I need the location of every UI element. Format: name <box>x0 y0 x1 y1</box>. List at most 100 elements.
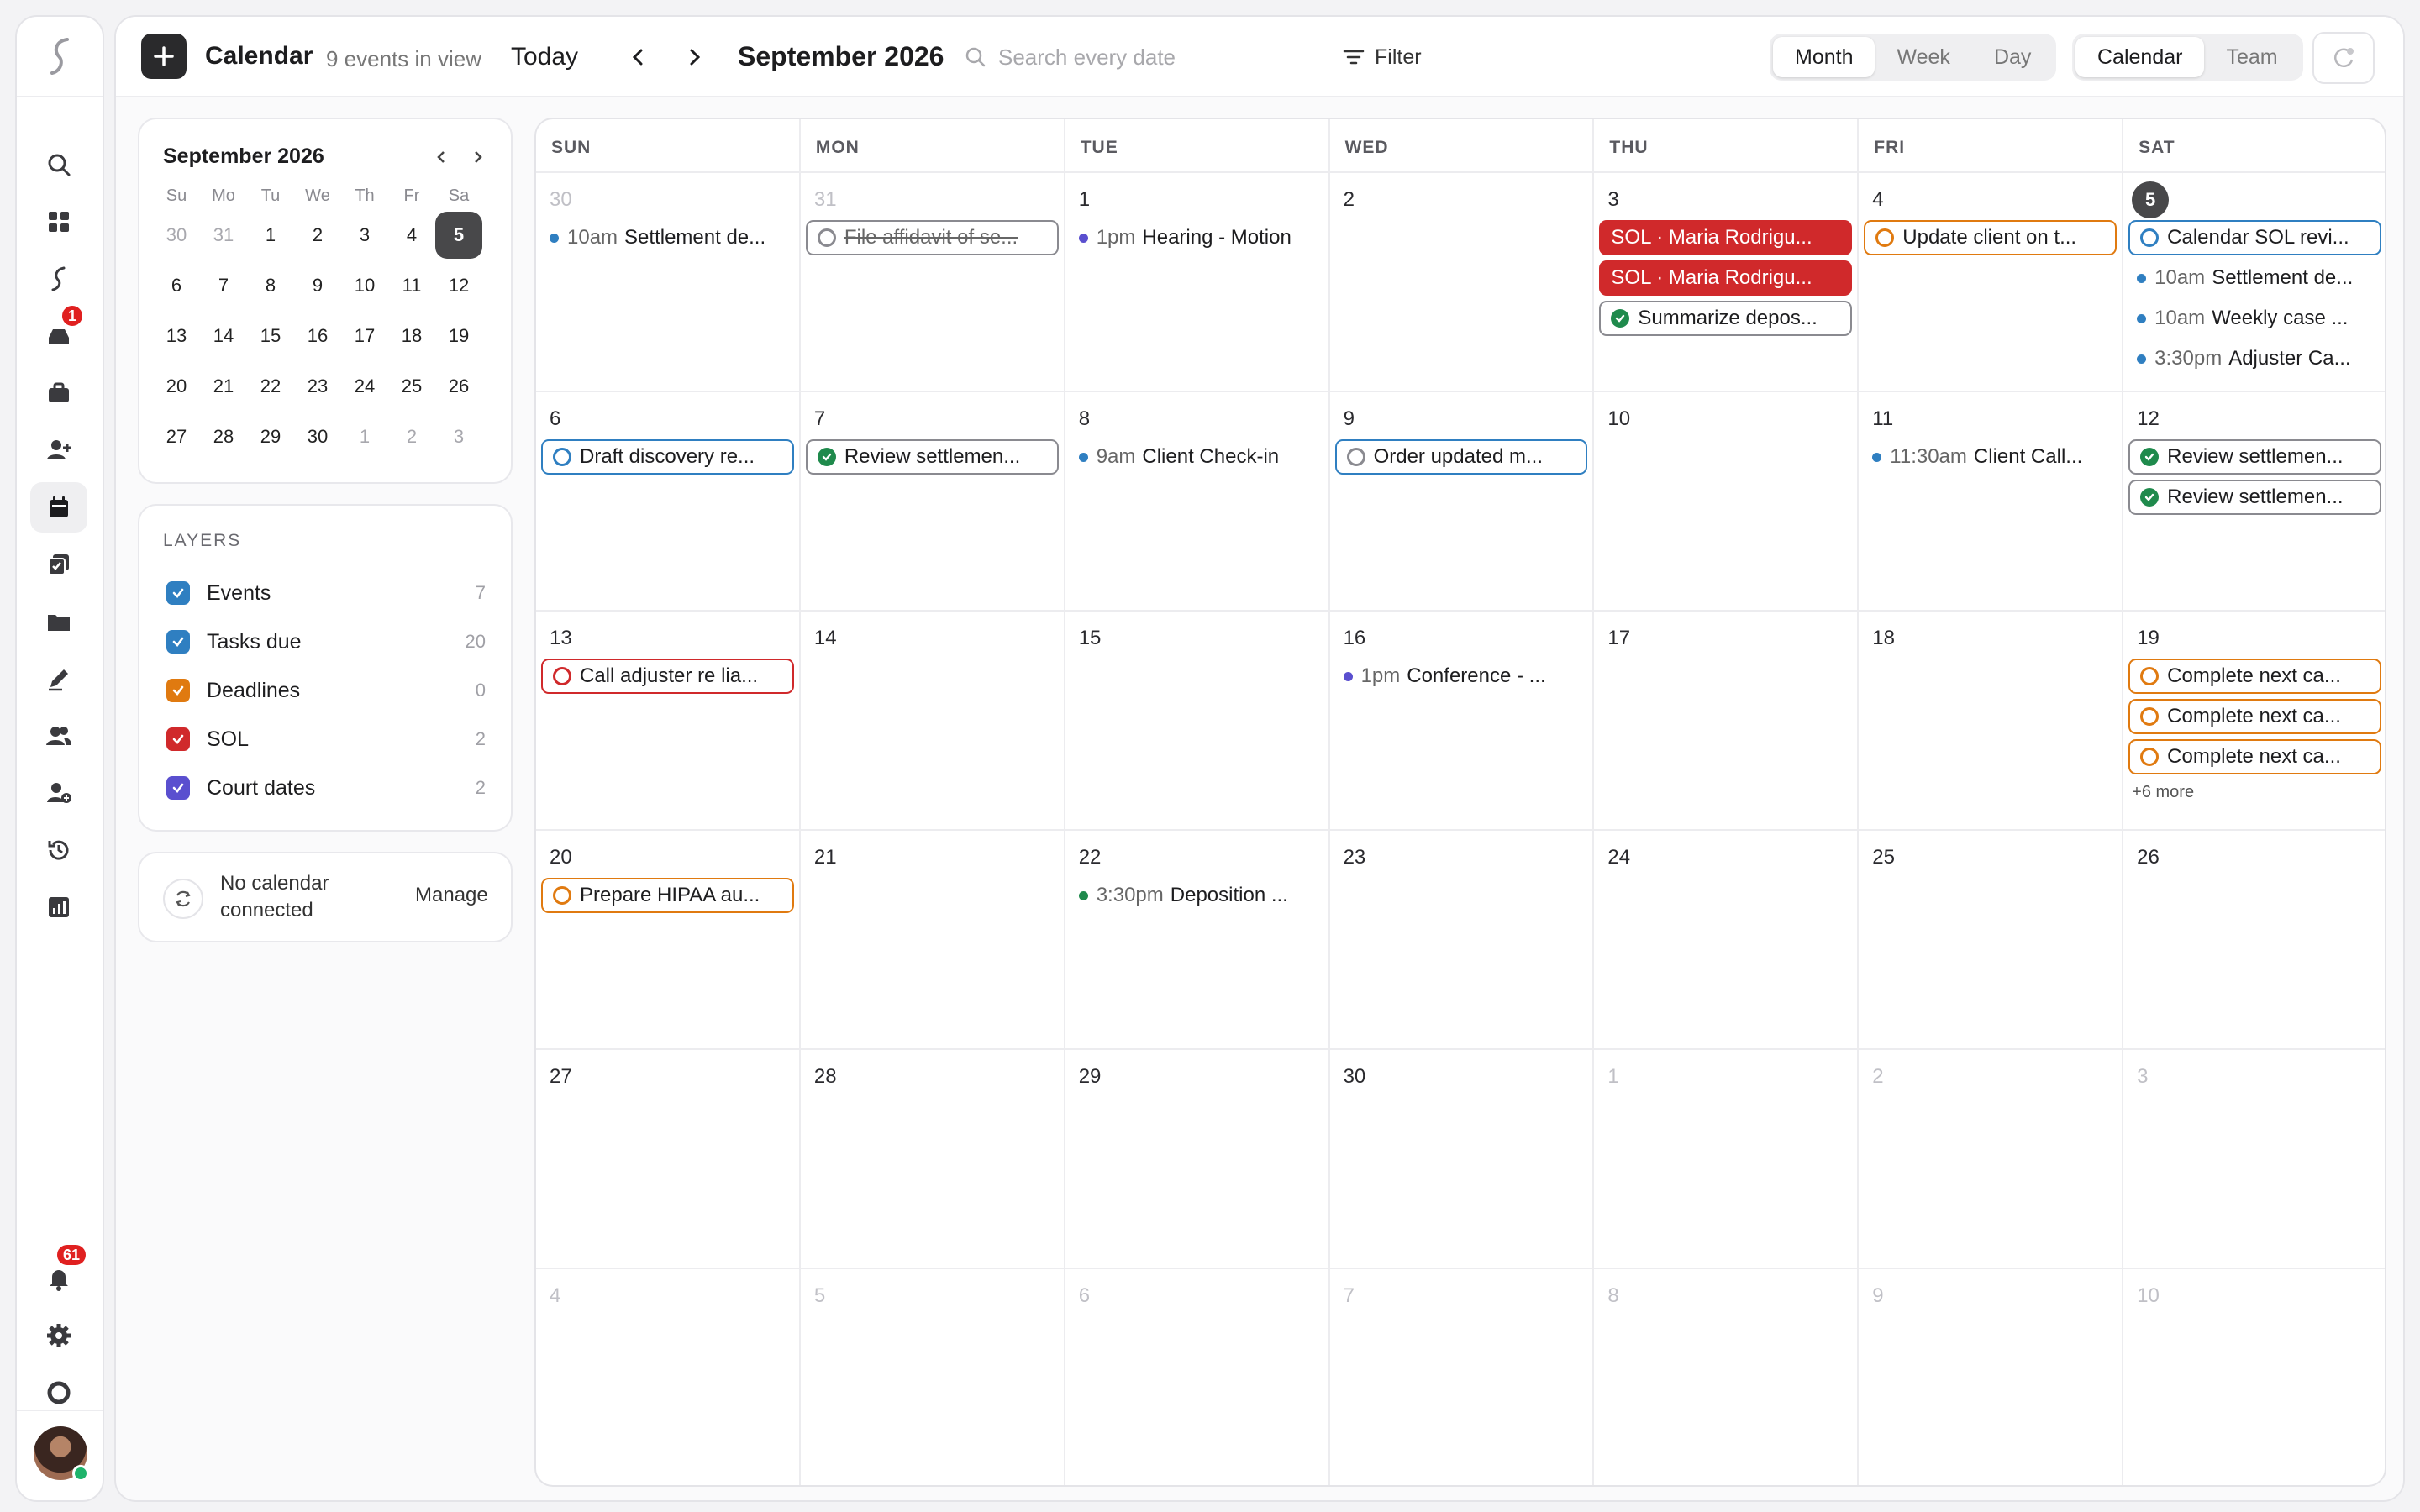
mini-day[interactable]: 24 <box>341 363 388 410</box>
day-cell[interactable]: 21 <box>800 831 1065 1050</box>
mini-day[interactable]: 4 <box>388 212 435 259</box>
mini-day[interactable]: 31 <box>200 212 247 259</box>
day-cell[interactable]: 8 <box>1594 1269 1860 1485</box>
pen-icon[interactable] <box>30 654 87 704</box>
sol-deadline-item[interactable]: SOL · Maria Rodrigu... <box>1599 260 1853 296</box>
mode-team[interactable]: Team <box>2204 37 2299 77</box>
task-item[interactable]: Call adjuster re lia... <box>541 659 794 694</box>
day-cell[interactable]: 19 Complete next ca... Complete next ca...… <box>2123 612 2385 831</box>
task-item[interactable]: Review settlemen... <box>805 439 1059 475</box>
task-item[interactable]: Review settlemen... <box>2128 439 2381 475</box>
day-cell[interactable]: 23 <box>1329 831 1595 1050</box>
mini-day[interactable]: 11 <box>388 262 435 309</box>
day-cell[interactable]: 6 Draft discovery re... <box>536 392 801 612</box>
assistant-icon[interactable] <box>30 254 87 304</box>
day-cell[interactable]: 25 <box>1859 831 2124 1050</box>
briefcase-icon[interactable] <box>30 368 87 418</box>
event-item[interactable]: 10am Settlement de... <box>2128 260 2381 296</box>
search-icon[interactable] <box>30 139 87 190</box>
previous-month-button[interactable] <box>620 39 657 76</box>
day-cell[interactable]: 13 Call adjuster re lia... <box>536 612 801 831</box>
layer-item[interactable]: Events 7 <box>166 576 486 610</box>
task-item[interactable]: Draft discovery re... <box>541 439 794 475</box>
event-item[interactable]: 3:30pm Adjuster Ca... <box>2128 341 2381 376</box>
event-item[interactable]: 10am Settlement de... <box>541 220 794 255</box>
mini-day[interactable]: 12 <box>435 262 482 309</box>
mini-day[interactable]: 29 <box>247 413 294 460</box>
layer-item[interactable]: Court dates 2 <box>166 771 486 805</box>
mini-day[interactable]: 23 <box>294 363 341 410</box>
day-cell[interactable]: 16 1pm Conference - ... <box>1329 612 1595 831</box>
new-event-button[interactable] <box>141 34 187 79</box>
view-week[interactable]: Week <box>1875 37 1971 77</box>
day-cell[interactable]: 15 <box>1065 612 1330 831</box>
task-item[interactable]: Update client on t... <box>1864 220 2118 255</box>
layer-checkbox[interactable] <box>166 679 190 702</box>
mini-day[interactable]: 14 <box>200 312 247 360</box>
mode-calendar[interactable]: Calendar <box>2075 37 2205 77</box>
next-month-button[interactable] <box>676 39 713 76</box>
mini-day[interactable]: 8 <box>247 262 294 309</box>
day-cell[interactable]: 30 10am Settlement de... <box>536 173 801 392</box>
layer-checkbox[interactable] <box>166 630 190 654</box>
reports-icon[interactable] <box>30 882 87 932</box>
today-button[interactable]: Today <box>511 39 578 76</box>
mini-day[interactable]: 3 <box>435 413 482 460</box>
more-events-link[interactable]: +6 more <box>2132 783 2194 802</box>
event-item[interactable]: 9am Client Check-in <box>1071 439 1323 475</box>
mini-day[interactable]: 30 <box>153 212 200 259</box>
day-cell[interactable]: 7 Review settlemen... <box>800 392 1065 612</box>
tasks-icon[interactable] <box>30 539 87 590</box>
mini-day[interactable]: 1 <box>247 212 294 259</box>
event-item[interactable]: 10am Weekly case ... <box>2128 301 2381 336</box>
mini-day[interactable]: 3 <box>341 212 388 259</box>
add-contact-icon[interactable] <box>30 425 87 475</box>
mini-day[interactable]: 1 <box>341 413 388 460</box>
notifications-icon[interactable]: 61 <box>30 1243 88 1304</box>
mini-day[interactable]: 2 <box>388 413 435 460</box>
mini-day[interactable]: 2 <box>294 212 341 259</box>
day-cell[interactable]: 31 File affidavit of se... <box>800 173 1065 392</box>
day-cell[interactable]: 4 Update client on t... <box>1859 173 2124 392</box>
mini-day[interactable]: 7 <box>200 262 247 309</box>
task-item[interactable]: Prepare HIPAA au... <box>541 878 794 913</box>
mini-day[interactable]: 9 <box>294 262 341 309</box>
day-cell[interactable]: 20 Prepare HIPAA au... <box>536 831 801 1050</box>
mini-day[interactable]: 30 <box>294 413 341 460</box>
mini-prev-button[interactable] <box>429 144 454 170</box>
mini-day[interactable]: 26 <box>435 363 482 410</box>
task-item[interactable]: Review settlemen... <box>2128 480 2381 515</box>
day-cell[interactable]: 5 <box>801 1269 1065 1485</box>
task-item[interactable]: Complete next ca... <box>2128 699 2381 734</box>
mini-next-button[interactable] <box>466 144 491 170</box>
layer-checkbox[interactable] <box>166 727 190 751</box>
user-add-icon[interactable] <box>30 768 87 818</box>
day-cell[interactable]: 1 <box>1594 1050 1860 1269</box>
day-cell[interactable]: 9 <box>1859 1269 2124 1485</box>
search-input[interactable]: Search every date <box>965 37 1318 77</box>
day-cell[interactable]: 2 <box>1329 173 1595 392</box>
history-icon[interactable] <box>30 825 87 875</box>
contacts-icon[interactable] <box>30 711 87 761</box>
mini-day[interactable]: 27 <box>153 413 200 460</box>
event-item[interactable]: 1pm Conference - ... <box>1335 659 1588 694</box>
filter-button[interactable]: Filter <box>1343 39 1422 76</box>
task-item[interactable]: Summarize depos... <box>1599 301 1853 336</box>
day-cell[interactable]: 24 <box>1594 831 1860 1050</box>
mini-day[interactable]: 28 <box>200 413 247 460</box>
day-cell[interactable]: 30 <box>1329 1050 1595 1269</box>
inbox-icon[interactable]: 1 <box>30 304 87 361</box>
task-item[interactable]: Calendar SOL revi... <box>2128 220 2381 255</box>
task-item[interactable]: File affidavit of se... <box>805 220 1059 255</box>
mini-day[interactable]: 13 <box>153 312 200 360</box>
view-month[interactable]: Month <box>1773 37 1876 77</box>
mini-day[interactable]: 20 <box>153 363 200 410</box>
day-cell[interactable]: 17 <box>1594 612 1860 831</box>
mini-day[interactable]: 18 <box>388 312 435 360</box>
mini-day[interactable]: 21 <box>200 363 247 410</box>
manage-connection-button[interactable]: Manage <box>415 884 488 907</box>
day-cell[interactable]: 3 <box>2123 1050 2385 1269</box>
event-item[interactable]: 3:30pm Deposition ... <box>1071 878 1323 913</box>
day-cell[interactable]: 5 Calendar SOL revi... 10am Settlement de..… <box>2123 173 2385 392</box>
layer-item[interactable]: Deadlines 0 <box>166 674 486 707</box>
